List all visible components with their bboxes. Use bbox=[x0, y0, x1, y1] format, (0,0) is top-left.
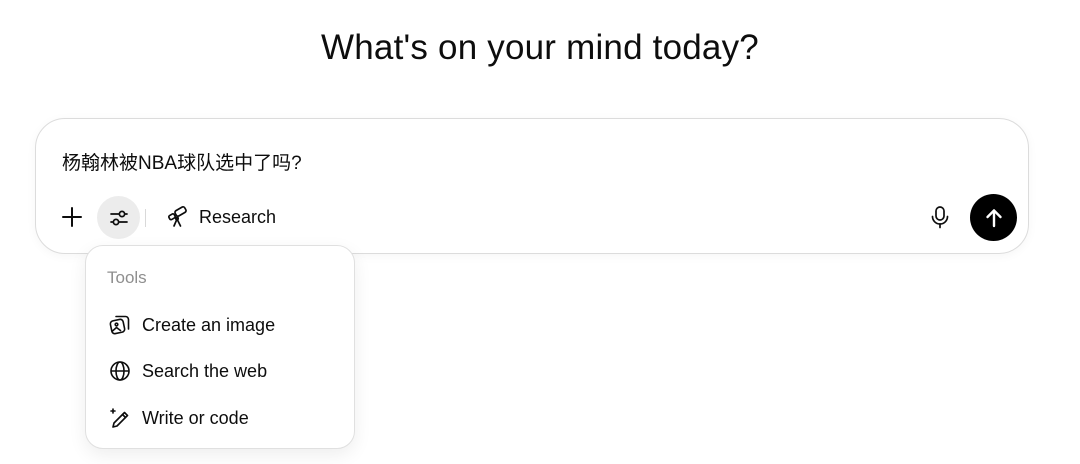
menu-item-create-image[interactable]: Create an image bbox=[94, 305, 346, 345]
menu-item-label: Search the web bbox=[142, 360, 268, 381]
globe-icon bbox=[108, 359, 132, 383]
tools-menu-heading: Tools bbox=[107, 268, 147, 287]
research-label: Research bbox=[199, 206, 277, 227]
add-attachment-button[interactable] bbox=[54, 197, 90, 237]
arrow-up-icon bbox=[983, 207, 1005, 229]
pen-sparkle-icon bbox=[108, 406, 132, 430]
telescope-icon bbox=[166, 205, 190, 229]
image-icon bbox=[108, 313, 132, 337]
tools-button[interactable] bbox=[97, 196, 140, 239]
page-title: What's on your mind today? bbox=[321, 28, 759, 67]
microphone-icon bbox=[929, 205, 951, 229]
toolbar-divider bbox=[145, 209, 146, 227]
research-button[interactable]: Research bbox=[156, 197, 286, 237]
tools-menu: Tools Create an image Search the web Wri… bbox=[85, 245, 355, 449]
menu-item-search-web[interactable]: Search the web bbox=[94, 351, 346, 391]
prompt-input[interactable]: 杨翰林被NBA球队选中了吗? bbox=[62, 148, 302, 175]
voice-input-button[interactable] bbox=[922, 199, 958, 235]
message-composer[interactable]: 杨翰林被NBA球队选中了吗? Research bbox=[35, 118, 1029, 254]
plus-icon bbox=[61, 206, 83, 228]
sliders-icon bbox=[108, 207, 130, 229]
menu-item-write-code[interactable]: Write or code bbox=[94, 398, 346, 438]
menu-item-label: Create an image bbox=[142, 314, 276, 335]
send-button[interactable] bbox=[970, 194, 1017, 241]
chat-home-page: What's on your mind today? 杨翰林被NBA球队选中了吗… bbox=[0, 0, 1080, 464]
menu-item-label: Write or code bbox=[142, 407, 249, 428]
